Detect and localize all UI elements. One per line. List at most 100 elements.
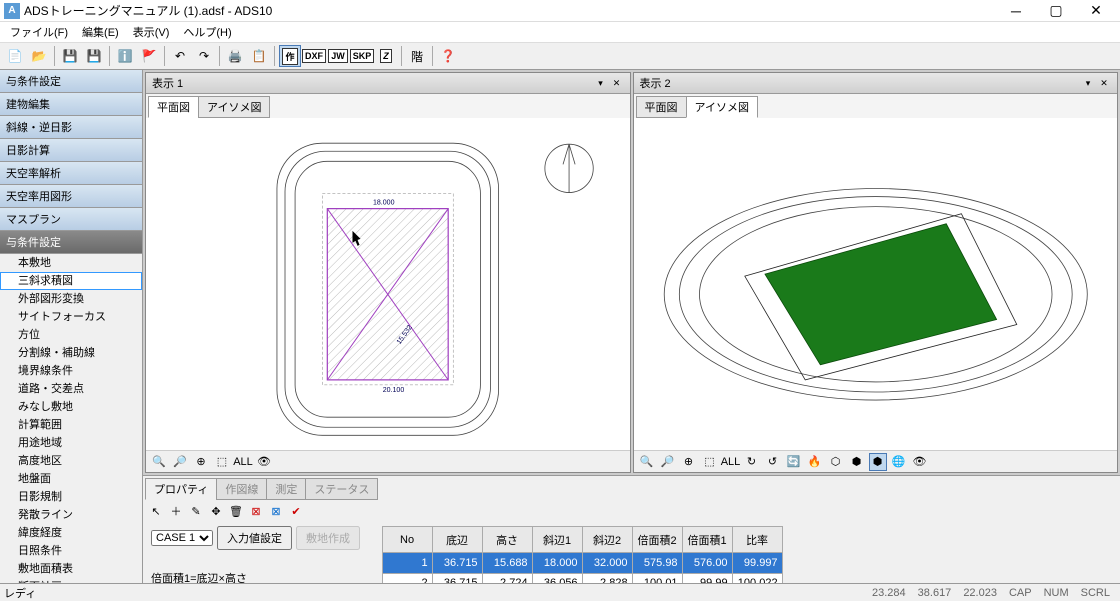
- mode-z-button[interactable]: Z: [375, 45, 397, 67]
- menu-help[interactable]: ヘルプ(H): [177, 22, 237, 42]
- eye-icon[interactable]: 👁: [911, 453, 929, 471]
- prop-tab-lines[interactable]: 作図線: [216, 478, 267, 500]
- view2-canvas[interactable]: [634, 118, 1118, 450]
- prop-tab-properties[interactable]: プロパティ: [145, 478, 217, 500]
- sidebar-item[interactable]: 外部図形変換: [0, 290, 142, 308]
- zoom-out-icon[interactable]: 🔎: [171, 453, 189, 471]
- mode-jw-button[interactable]: JW: [327, 45, 349, 67]
- sidebar-item[interactable]: 本敷地: [0, 254, 142, 272]
- sidebar-item[interactable]: 地盤面: [0, 470, 142, 488]
- print-icon[interactable]: 🖨️: [224, 45, 246, 67]
- sidebar-h5[interactable]: 天空率用図形: [0, 185, 142, 208]
- view-dropdown-icon[interactable]: ▾: [1081, 76, 1095, 90]
- check-icon[interactable]: ✔: [287, 502, 305, 520]
- sidebar-item[interactable]: 用途地域: [0, 434, 142, 452]
- new-icon[interactable]: 📄: [4, 45, 26, 67]
- move-icon[interactable]: ✥: [207, 502, 225, 520]
- sidebar-item[interactable]: 発散ライン: [0, 506, 142, 524]
- zoom-out-icon[interactable]: 🔎: [659, 453, 677, 471]
- calc-icon[interactable]: 📋: [248, 45, 270, 67]
- menu-file[interactable]: ファイル(F): [4, 22, 74, 42]
- prop-tab-status[interactable]: ステータス: [305, 478, 378, 500]
- trash-icon[interactable]: 🗑: [227, 502, 245, 520]
- cube3-icon[interactable]: ⬢: [869, 453, 887, 471]
- zoom-select-icon[interactable]: ⬚: [701, 453, 719, 471]
- case-select[interactable]: CASE 1: [151, 530, 213, 546]
- sidebar-h1[interactable]: 建物編集: [0, 93, 142, 116]
- tab-iso[interactable]: アイソメ図: [198, 96, 270, 118]
- save-icon[interactable]: 💾: [59, 45, 81, 67]
- view-close-icon[interactable]: ✕: [610, 76, 624, 90]
- mode-build-button[interactable]: 作: [279, 45, 301, 67]
- sidebar-item[interactable]: みなし敷地: [0, 398, 142, 416]
- th: No: [382, 527, 432, 553]
- view1-titlebar: 表示 1 ▾ ✕: [146, 73, 630, 94]
- orbit-icon[interactable]: 🔄: [785, 453, 803, 471]
- flame-icon[interactable]: 🔥: [806, 453, 824, 471]
- rotate2-icon[interactable]: ↺: [764, 453, 782, 471]
- sidebar-item[interactable]: サイトフォーカス: [0, 308, 142, 326]
- tab-plan[interactable]: 平面図: [636, 96, 687, 118]
- tab-iso[interactable]: アイソメ図: [686, 96, 758, 118]
- view-close-icon[interactable]: ✕: [1097, 76, 1111, 90]
- zoom-all-button[interactable]: ALL: [722, 453, 740, 471]
- zoom-window-icon[interactable]: ⊕: [192, 453, 210, 471]
- view1-canvas[interactable]: 18.000 20.100 15.532: [146, 118, 630, 450]
- maximize-button[interactable]: ▢: [1036, 0, 1076, 22]
- menu-edit[interactable]: 編集(E): [76, 22, 125, 42]
- table-row[interactable]: 136.71515.68818.00032.000575.98576.0099.…: [382, 553, 782, 573]
- help-icon[interactable]: ❓: [437, 45, 459, 67]
- zoom-in-icon[interactable]: 🔍: [638, 453, 656, 471]
- globe-icon[interactable]: 🌐: [890, 453, 908, 471]
- sidebar-h7[interactable]: 与条件設定: [0, 231, 142, 254]
- close-button[interactable]: ✕: [1076, 0, 1116, 22]
- sidebar-item[interactable]: 高度地区: [0, 452, 142, 470]
- saveas-icon[interactable]: 💾: [83, 45, 105, 67]
- sidebar-item[interactable]: 日影規制: [0, 488, 142, 506]
- sidebar-item[interactable]: 緯度経度: [0, 524, 142, 542]
- sidebar-h2[interactable]: 斜線・逆日影: [0, 116, 142, 139]
- sidebar-item[interactable]: 境界線条件: [0, 362, 142, 380]
- minimize-button[interactable]: ─: [996, 0, 1036, 22]
- red-x-icon[interactable]: ⊠: [247, 502, 265, 520]
- zoom-in-icon[interactable]: 🔍: [150, 453, 168, 471]
- arrow-icon[interactable]: ↖: [147, 502, 165, 520]
- sidebar-item[interactable]: 日照条件: [0, 542, 142, 560]
- rotate-icon[interactable]: ↻: [743, 453, 761, 471]
- floor-button[interactable]: 階: [406, 45, 428, 67]
- open-icon[interactable]: 📂: [28, 45, 50, 67]
- flag-icon[interactable]: 🚩: [138, 45, 160, 67]
- blue-x-icon[interactable]: ⊠: [267, 502, 285, 520]
- mode-dxf-button[interactable]: DXF: [303, 45, 325, 67]
- sidebar-item[interactable]: 道路・交差点: [0, 380, 142, 398]
- sidebar-item-selected[interactable]: 三斜求積図: [0, 272, 142, 290]
- sidebar-h4[interactable]: 天空率解析: [0, 162, 142, 185]
- prop-tab-measure[interactable]: 測定: [266, 478, 306, 500]
- sidebar-item[interactable]: 方位: [0, 326, 142, 344]
- sidebar-h6[interactable]: マスプラン: [0, 208, 142, 231]
- input-values-button[interactable]: 入力値設定: [217, 526, 292, 550]
- zoom-all-button[interactable]: ALL: [234, 453, 252, 471]
- table-row[interactable]: 236.7152.72436.0562.828100.0199.99100.02…: [382, 573, 782, 583]
- zoom-select-icon[interactable]: ⬚: [213, 453, 231, 471]
- zoom-window-icon[interactable]: ⊕: [680, 453, 698, 471]
- undo-icon[interactable]: ↶: [169, 45, 191, 67]
- info-icon[interactable]: ℹ️: [114, 45, 136, 67]
- redo-icon[interactable]: ↷: [193, 45, 215, 67]
- mode-skp-button[interactable]: SKP: [351, 45, 373, 67]
- pencil-icon[interactable]: ✎: [187, 502, 205, 520]
- sidebar-h3[interactable]: 日影計算: [0, 139, 142, 162]
- sidebar-item[interactable]: 敷地面積表: [0, 560, 142, 578]
- cube2-icon[interactable]: ⬢: [848, 453, 866, 471]
- menu-view[interactable]: 表示(V): [127, 22, 176, 42]
- sidebar-item[interactable]: 分割線・補助線: [0, 344, 142, 362]
- cube1-icon[interactable]: ⬡: [827, 453, 845, 471]
- plus-icon[interactable]: ＋: [167, 502, 185, 520]
- view-dropdown-icon[interactable]: ▾: [594, 76, 608, 90]
- view-1: 表示 1 ▾ ✕ 平面図 アイソメ図: [145, 72, 631, 473]
- sidebar-h0[interactable]: 与条件設定: [0, 70, 142, 93]
- views-container: 表示 1 ▾ ✕ 平面図 アイソメ図: [143, 70, 1120, 475]
- eye-icon[interactable]: 👁: [255, 453, 273, 471]
- tab-plan[interactable]: 平面図: [148, 96, 199, 118]
- sidebar-item[interactable]: 計算範囲: [0, 416, 142, 434]
